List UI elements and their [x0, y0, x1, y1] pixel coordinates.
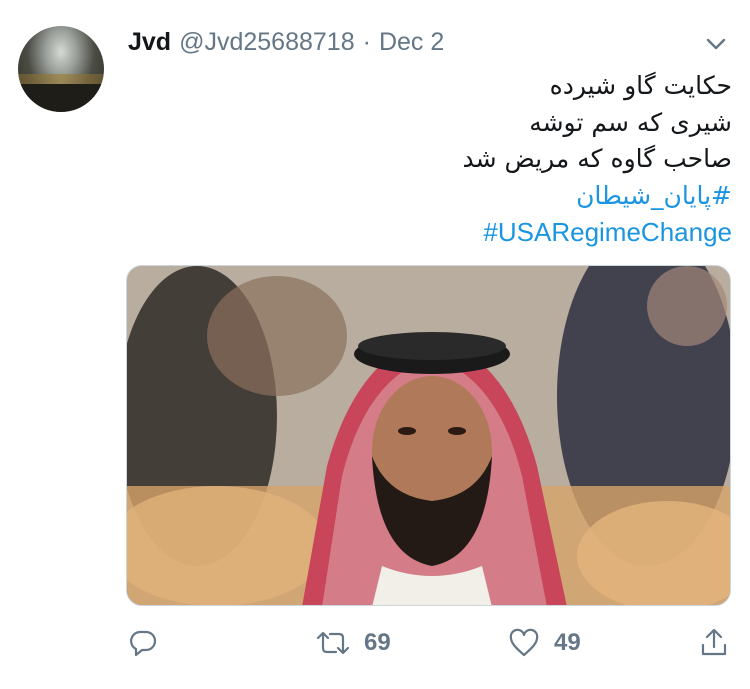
- avatar-ground: [18, 84, 104, 112]
- photo-illustration: [127, 266, 730, 605]
- share-action[interactable]: [700, 628, 728, 658]
- avatar[interactable]: [18, 26, 104, 112]
- like-count: 49: [554, 629, 581, 656]
- reply-icon: [130, 630, 157, 657]
- header-separator: ·: [362, 28, 371, 56]
- author-handle[interactable]: @Jvd25688718: [179, 28, 355, 57]
- hashtag-link[interactable]: #پایان_شیطان: [132, 178, 732, 215]
- avatar-horizon: [18, 74, 104, 84]
- share-icon: [701, 628, 727, 656]
- tweet-line: صاحب گاوه که مریض شد: [462, 144, 732, 173]
- author-name[interactable]: Jvd: [128, 28, 171, 57]
- retweet-action[interactable]: 69: [316, 628, 391, 658]
- tweet-text: حکایت گاو شیرده شیری که سم توشه صاحب گاو…: [132, 68, 732, 251]
- reply-action[interactable]: [128, 628, 172, 658]
- tweet-header: Jvd @Jvd25688718 · Dec 2: [128, 28, 444, 58]
- heart-icon: [509, 628, 539, 657]
- retweet-count: 69: [364, 629, 391, 656]
- hashtag-link[interactable]: #USARegimeChange: [132, 214, 732, 251]
- tweet-photo[interactable]: [126, 265, 731, 606]
- tweet-line: حکایت گاو شیرده: [549, 71, 732, 100]
- chevron-down-icon[interactable]: [704, 36, 728, 52]
- retweet-icon: [316, 631, 350, 655]
- like-action[interactable]: 49: [508, 628, 581, 658]
- tweet-actions: 69 49: [0, 620, 750, 670]
- tweet-date[interactable]: Dec 2: [379, 28, 444, 57]
- tweet-line: شیری که سم توشه: [529, 107, 732, 137]
